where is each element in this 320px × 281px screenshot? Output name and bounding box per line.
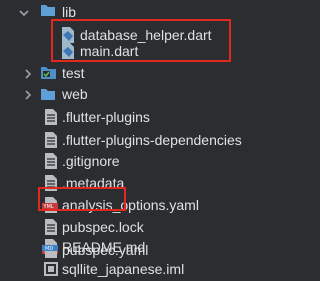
tree-item-test[interactable]: test [0,62,300,84]
svg-text:YML: YML [43,204,54,210]
chevron-down-icon[interactable] [18,6,30,18]
project-tree: lib database_helper.dart main.dart test … [0,0,300,281]
markdown-file-icon: MD [42,238,58,256]
tree-item-readme-md[interactable]: MD README.md [0,236,300,258]
tree-item-sqllite-japanese-iml[interactable]: sqllite_japanese.iml [0,258,300,280]
text-file-icon [44,108,60,126]
tree-item-label: .flutter-plugins [62,109,150,125]
tree-item-gitignore[interactable]: .gitignore [0,150,300,172]
text-file-icon [44,174,60,192]
text-file-icon [44,152,60,170]
tree-item-label: pubspec.lock [62,219,144,235]
text-file-icon [44,218,60,236]
dart-file-icon [60,42,76,60]
tree-item-label: .metadata [62,175,125,191]
folder-icon [40,87,56,105]
tree-item-pubspec-lock[interactable]: pubspec.lock [0,216,300,238]
tree-item-flutter-plugins-dependencies[interactable]: .flutter-plugins-dependencies [0,129,300,151]
tree-item-label: lib [62,4,77,20]
tree-item-label: .gitignore [62,153,120,169]
tree-item-web[interactable]: web [0,83,300,105]
text-file-icon [44,131,60,149]
tree-item-label: sqllite_japanese.iml [62,261,185,277]
tree-item-label: web [62,86,88,102]
tree-item-analysis-options-yaml[interactable]: YML analysis_options.yaml [0,194,300,216]
tree-item-label: main.dart [80,43,139,59]
tree-item-label: analysis_options.yaml [62,197,199,213]
chevron-right-icon[interactable] [22,67,34,79]
tree-item-label: README.md [62,239,146,255]
test-folder-icon [40,65,56,83]
yaml-file-icon: YML [42,196,58,214]
tree-item-label: test [62,65,85,81]
tree-item-flutter-plugins[interactable]: .flutter-plugins [0,106,300,128]
tree-item-label: .flutter-plugins-dependencies [62,132,242,148]
iml-file-icon [42,260,58,278]
chevron-right-icon[interactable] [22,88,34,100]
tree-item-metadata[interactable]: .metadata [0,172,300,194]
tree-item-main-dart[interactable]: main.dart [0,40,300,62]
svg-text:MD: MD [45,246,53,252]
tree-item-lib[interactable]: lib [0,0,300,24]
folder-icon [40,3,56,21]
